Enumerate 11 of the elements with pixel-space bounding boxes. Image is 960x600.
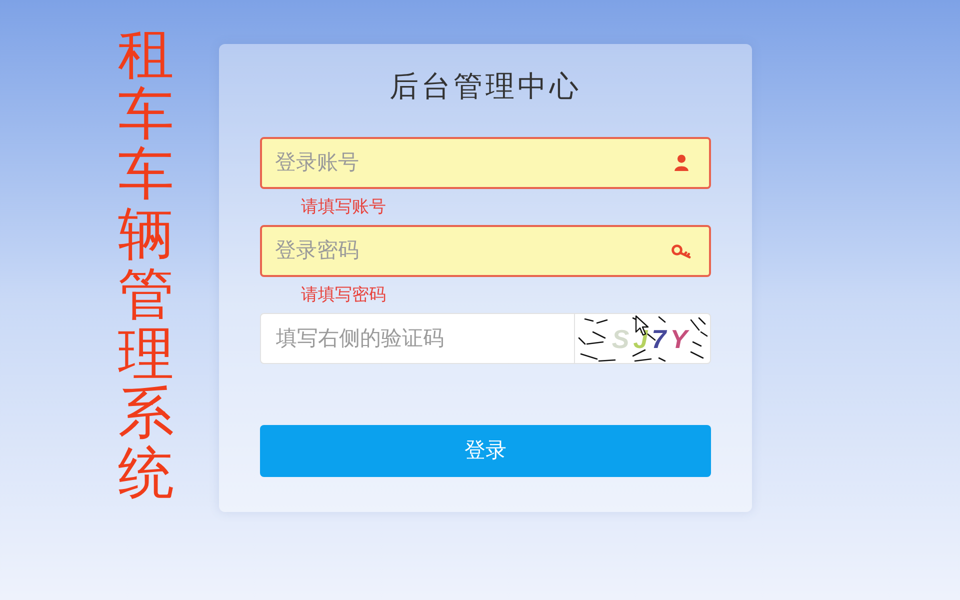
- user-icon: [673, 154, 690, 171]
- captcha-character: 7: [652, 326, 666, 352]
- key-icon: [671, 244, 691, 259]
- captcha-field[interactable]: 填写右侧的验证码: [260, 313, 576, 364]
- side-title: 租车车辆管理系统: [118, 24, 174, 504]
- error-message: 请填写账号: [301, 197, 386, 216]
- card-title: 后台管理中心: [390, 70, 582, 105]
- account-field[interactable]: 登录账号: [260, 137, 711, 189]
- password-field[interactable]: 登录密码: [260, 225, 711, 277]
- error-message: 请填写密码: [301, 285, 386, 304]
- captcha-character: Y: [670, 326, 688, 352]
